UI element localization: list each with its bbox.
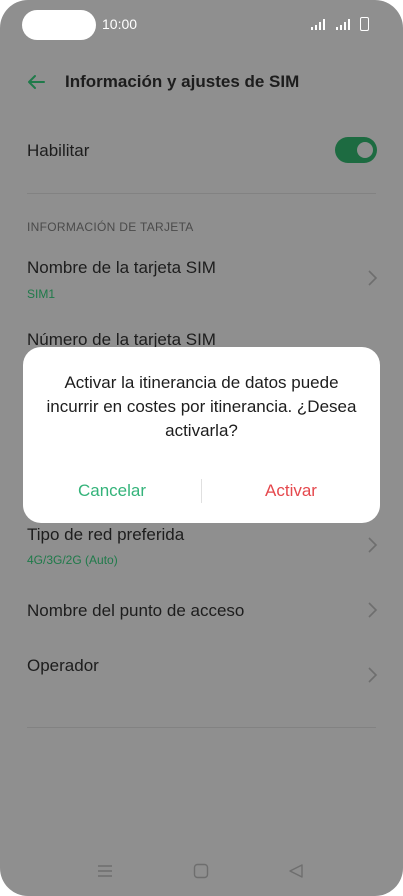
activate-button[interactable]: Activar: [202, 481, 380, 501]
roaming-dialog: Activar la itinerancia de datos puede in…: [23, 347, 380, 523]
network-type-label: Tipo de red preferida: [27, 525, 185, 544]
chevron-right-icon: [368, 270, 378, 286]
apn-label: Nombre del punto de acceso: [27, 601, 245, 620]
section-header: INFORMACIÓN DE TARJETA: [27, 220, 194, 234]
divider: [27, 727, 376, 728]
habilitar-toggle[interactable]: [335, 137, 377, 163]
camera-cutout: [22, 10, 96, 40]
battery-icon: [360, 17, 369, 31]
chevron-right-icon: [368, 602, 378, 618]
divider: [27, 193, 376, 194]
menu-icon[interactable]: [96, 862, 114, 880]
status-time: 10:00: [102, 16, 138, 32]
screen: 10:00 Información y ajustes de SIM Habil…: [0, 0, 403, 896]
habilitar-label: Habilitar: [27, 141, 90, 160]
toggle-knob: [357, 142, 373, 158]
signal-icon: [311, 18, 325, 30]
cancel-button[interactable]: Cancelar: [23, 481, 201, 501]
chevron-right-icon: [368, 667, 378, 683]
home-icon[interactable]: [192, 862, 210, 880]
sim-name-label: Nombre de la tarjeta SIM: [27, 258, 216, 277]
operator-label: Operador: [27, 656, 99, 675]
dialog-message: Activar la itinerancia de datos puede in…: [46, 373, 357, 440]
network-type-value: 4G/3G/2G (Auto): [27, 553, 118, 567]
back-triangle-icon[interactable]: [287, 862, 305, 880]
chevron-right-icon: [368, 537, 378, 553]
back-arrow-icon[interactable]: [24, 70, 48, 94]
page-title: Información y ajustes de SIM: [65, 72, 300, 91]
sim-name-value: SIM1: [27, 287, 56, 301]
signal-icon: [336, 18, 350, 30]
